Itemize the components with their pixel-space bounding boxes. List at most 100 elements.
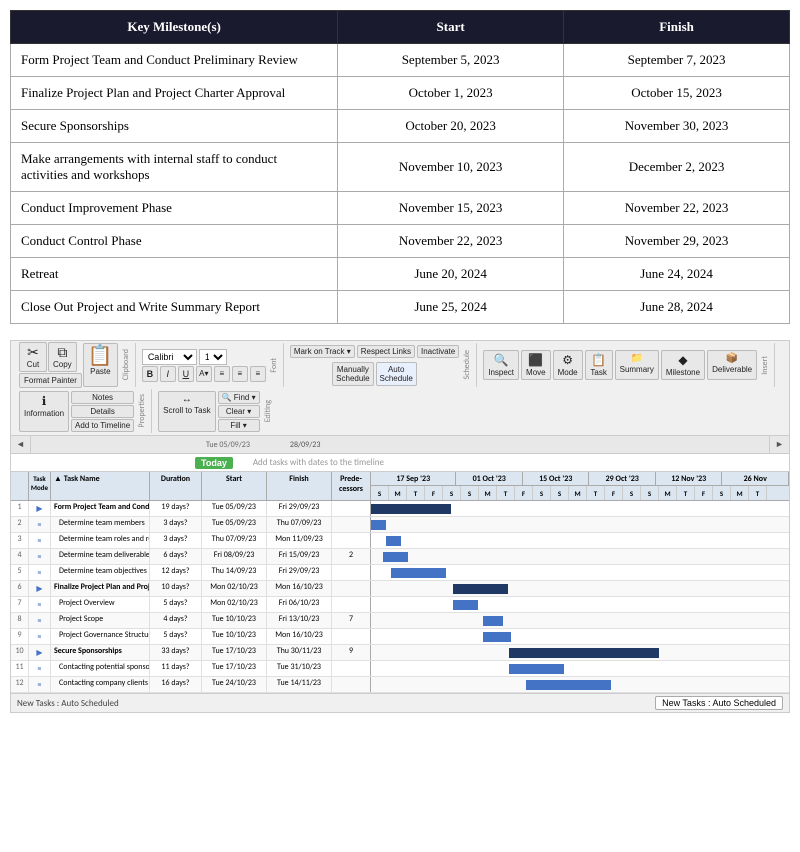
cell-finish: Thu 30/11/23 bbox=[267, 645, 332, 660]
cell-mode: ▶ bbox=[29, 645, 51, 660]
gantt-right-header: 17 Sep '23 01 Oct '23 15 Oct '23 29 Oct … bbox=[371, 472, 789, 500]
properties-group: ℹInformation Notes Details Add to Timeli… bbox=[15, 389, 152, 433]
cell-finish: Fri 15/09/23 bbox=[267, 549, 332, 564]
italic-button[interactable]: I bbox=[160, 366, 176, 382]
inactivate-button[interactable]: Inactivate bbox=[417, 345, 459, 358]
notes-button[interactable]: Notes bbox=[71, 391, 134, 404]
align-left-button[interactable]: ≡ bbox=[214, 366, 230, 382]
scroll-right-btn[interactable]: ► bbox=[769, 436, 789, 453]
editing-group: ↔Scroll to Task 🔍 Find ▾ Clear ▾ Fill ▾ … bbox=[154, 389, 276, 433]
col-header-finish: Finish bbox=[564, 11, 790, 44]
font-selector[interactable]: Calibri bbox=[142, 349, 197, 365]
bold-button[interactable]: B bbox=[142, 366, 158, 382]
cell-id: 6 bbox=[11, 581, 29, 596]
inspect-button[interactable]: 🔍Inspect bbox=[483, 350, 519, 380]
date-label-2: 28/09/23 bbox=[290, 440, 321, 450]
add-to-timeline-button[interactable]: Add to Timeline bbox=[71, 419, 134, 432]
fill-button[interactable]: Fill ▾ bbox=[218, 419, 260, 432]
new-tasks-label: New Tasks : Auto Scheduled bbox=[17, 698, 119, 709]
respect-links-button[interactable]: Respect Links bbox=[357, 345, 415, 358]
align-center-button[interactable]: ≡ bbox=[232, 366, 248, 382]
cell-finish: Fri 06/10/23 bbox=[267, 597, 332, 612]
move-button[interactable]: ⬛Move bbox=[521, 350, 551, 380]
cut-button[interactable]: ✂Cut bbox=[19, 342, 47, 372]
gantt-row[interactable]: 9 ≡ Project Governance Structure 5 days?… bbox=[11, 629, 789, 645]
w15: S bbox=[623, 486, 641, 500]
underline-button[interactable]: U bbox=[178, 366, 194, 382]
gantt-row[interactable]: 8 ≡ Project Scope 4 days? Tue 10/10/23 F… bbox=[11, 613, 789, 629]
information-button[interactable]: ℹInformation bbox=[19, 391, 69, 432]
cell-finish: Mon 16/10/23 bbox=[267, 629, 332, 644]
gantt-bar-container bbox=[371, 597, 789, 612]
copy-button[interactable]: ⧉Copy bbox=[48, 342, 77, 372]
w12: M bbox=[569, 486, 587, 500]
paste-button[interactable]: 📋Paste bbox=[83, 343, 118, 387]
format-painter-button[interactable]: Format Painter bbox=[19, 373, 82, 388]
milestone-button[interactable]: ◆Milestone bbox=[661, 350, 705, 380]
cell-mode: ≡ bbox=[29, 661, 51, 676]
finish-cell: September 7, 2023 bbox=[564, 44, 790, 77]
gantt-section: ✂Cut ⧉Copy Format Painter 📋Paste Clipboa… bbox=[10, 340, 790, 713]
cell-mode: ≡ bbox=[29, 629, 51, 644]
find-button[interactable]: 🔍 Find ▾ bbox=[218, 391, 260, 404]
manually-button[interactable]: ManuallySchedule bbox=[332, 362, 373, 386]
font-color-button[interactable]: A▾ bbox=[196, 366, 212, 382]
cell-finish: Thu 07/09/23 bbox=[267, 517, 332, 532]
col-finish-header: Finish bbox=[267, 472, 332, 500]
today-button[interactable]: Today bbox=[195, 457, 233, 469]
mark-on-track-button[interactable]: Mark on Track ▾ bbox=[290, 345, 355, 358]
cell-start: Tue 17/10/23 bbox=[202, 661, 267, 676]
tasks-group: 🔍Inspect ⬛Move ⚙Mode 📋Task 📁Summary ◆Mil… bbox=[479, 343, 775, 387]
new-tasks-tab[interactable]: New Tasks : Auto Scheduled bbox=[655, 696, 783, 710]
cell-pred bbox=[332, 533, 370, 548]
clipboard-group: ✂Cut ⧉Copy Format Painter 📋Paste Clipboa… bbox=[15, 343, 136, 387]
w16: S bbox=[641, 486, 659, 500]
gantt-row[interactable]: 3 ≡ Determine team roles and responsibil… bbox=[11, 533, 789, 549]
gantt-right-row bbox=[371, 629, 789, 644]
cell-name: Determine team roles and responsibilitie… bbox=[51, 533, 150, 548]
week-labels: S M T F S S M T F S S M T F S S M bbox=[371, 486, 789, 500]
gantt-right-row bbox=[371, 549, 789, 564]
summary-button[interactable]: 📁Summary bbox=[615, 350, 659, 380]
gantt-right-row bbox=[371, 613, 789, 628]
cell-mode: ≡ bbox=[29, 613, 51, 628]
gantt-row[interactable]: 1 ▶ Form Project Team and Conduct Prelim… bbox=[11, 501, 789, 517]
cell-id: 9 bbox=[11, 629, 29, 644]
clear-button[interactable]: Clear ▾ bbox=[218, 405, 260, 418]
gantt-row[interactable]: 10 ▶ Secure Sponsorships 33 days? Tue 17… bbox=[11, 645, 789, 661]
gantt-bar-container bbox=[371, 549, 789, 564]
col-header-start: Start bbox=[338, 11, 564, 44]
cell-finish: Tue 31/10/23 bbox=[267, 661, 332, 676]
gantt-bar-container bbox=[371, 613, 789, 628]
scroll-left-btn[interactable]: ◄ bbox=[11, 436, 31, 453]
col-mode-header: TaskMode bbox=[29, 472, 51, 500]
mode-button[interactable]: ⚙Mode bbox=[553, 350, 583, 380]
deliverable-button[interactable]: 📦Deliverable bbox=[707, 350, 757, 380]
gantt-row[interactable]: 11 ≡ Contacting potential sponsors 11 da… bbox=[11, 661, 789, 677]
month-oct3: 29 Oct '23 bbox=[589, 472, 656, 485]
cell-start: Tue 10/10/23 bbox=[202, 613, 267, 628]
col-id-header bbox=[11, 472, 29, 500]
gantt-row[interactable]: 6 ▶ Finalize Project Plan and Project Ch… bbox=[11, 581, 789, 597]
scroll-to-task-button[interactable]: ↔Scroll to Task bbox=[158, 391, 215, 432]
cell-name: Determine team members bbox=[51, 517, 150, 532]
task-button[interactable]: 📋Task bbox=[585, 350, 613, 380]
size-selector[interactable]: 11 bbox=[199, 349, 227, 365]
gantt-row[interactable]: 7 ≡ Project Overview 5 days? Mon 02/10/2… bbox=[11, 597, 789, 613]
gantt-row[interactable]: 2 ≡ Determine team members 3 days? Tue 0… bbox=[11, 517, 789, 533]
col-duration-header: Duration bbox=[150, 472, 202, 500]
gantt-row[interactable]: 5 ≡ Determine team objectives and goals … bbox=[11, 565, 789, 581]
month-labels: 17 Sep '23 01 Oct '23 15 Oct '23 29 Oct … bbox=[371, 472, 789, 486]
cell-id: 2 bbox=[11, 517, 29, 532]
cell-pred: 2 bbox=[332, 549, 370, 564]
cell-pred bbox=[332, 581, 370, 596]
gantt-left-row: 3 ≡ Determine team roles and responsibil… bbox=[11, 533, 371, 548]
align-right-button[interactable]: ≡ bbox=[250, 366, 266, 382]
gantt-body: 1 ▶ Form Project Team and Conduct Prelim… bbox=[11, 501, 789, 693]
cell-mode: ▶ bbox=[29, 501, 51, 516]
gantt-row[interactable]: 12 ≡ Contacting company clients 16 days?… bbox=[11, 677, 789, 693]
auto-schedule-button[interactable]: AutoSchedule bbox=[376, 362, 417, 386]
details-button[interactable]: Details bbox=[71, 405, 134, 418]
gantt-row[interactable]: 4 ≡ Determine team deliverables 6 days? … bbox=[11, 549, 789, 565]
gantt-bar bbox=[509, 664, 564, 674]
